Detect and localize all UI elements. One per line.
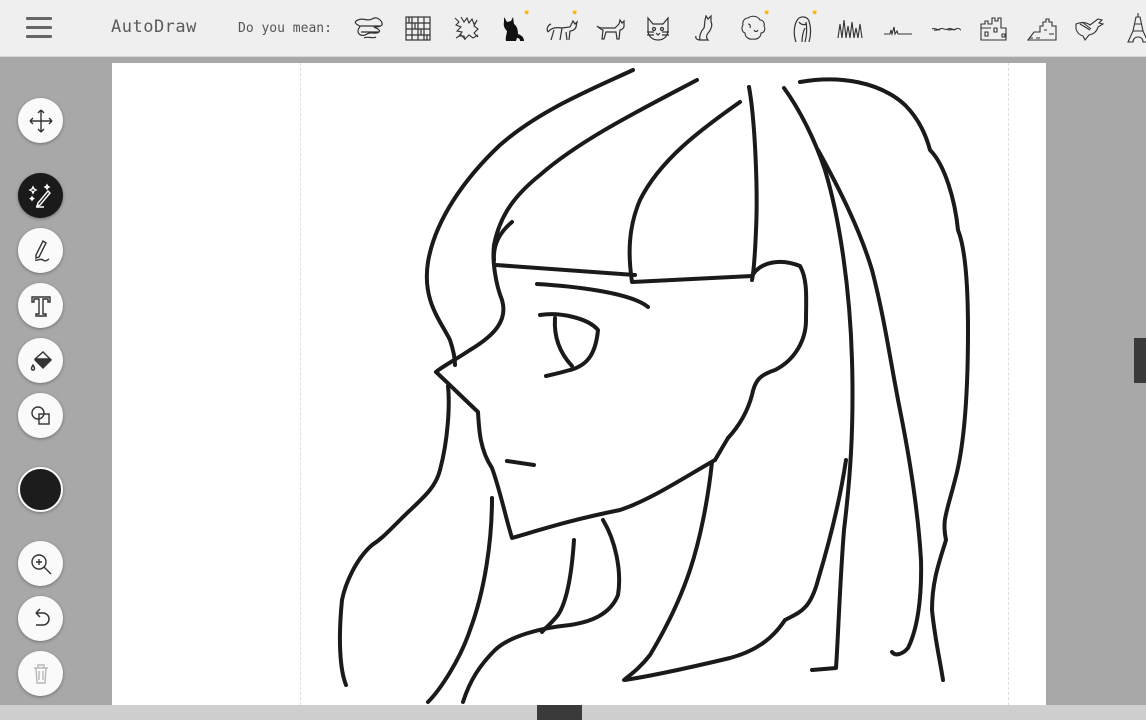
suggestion-pattern-scribble-2[interactable] — [446, 8, 486, 48]
move-tool-button[interactable] — [18, 98, 63, 143]
suggestion-black-cat[interactable]: ★ — [494, 8, 534, 48]
drawing-canvas[interactable] — [112, 63, 1046, 705]
suggestion-cat-walking[interactable]: ★ — [542, 8, 582, 48]
favorite-star-icon: ★ — [811, 8, 818, 18]
top-bar: AutoDraw Do you mean: ★ ★ ★ ★ — [0, 0, 1146, 57]
horizontal-scrollbar[interactable] — [0, 705, 1146, 720]
pen-icon — [34, 239, 49, 262]
suggestion-hair-profile[interactable]: ★ — [782, 8, 822, 48]
undo-tool-button[interactable] — [18, 596, 63, 641]
trash-icon — [33, 663, 48, 684]
suggestions-label: Do you mean: — [238, 21, 332, 36]
type-tool-button[interactable] — [18, 283, 63, 328]
magic-pencil-icon — [27, 183, 51, 208]
app-brand: AutoDraw — [111, 17, 197, 37]
suggestion-cat-face[interactable] — [638, 8, 678, 48]
suggestion-great-wall[interactable] — [1022, 8, 1062, 48]
shapes-icon — [30, 405, 50, 425]
paint-bucket-icon — [30, 350, 52, 371]
horizontal-scroll-thumb[interactable] — [537, 705, 582, 720]
suggestion-eiffel-tower[interactable] — [1118, 8, 1146, 48]
undo-icon — [34, 607, 50, 626]
draw-tool-button[interactable] — [18, 228, 63, 273]
favorite-star-icon: ★ — [523, 8, 530, 18]
hamburger-menu-icon[interactable] — [26, 17, 52, 39]
suggestion-poodle[interactable]: ★ — [734, 8, 774, 48]
suggestion-strip: ★ ★ ★ ★ — [350, 8, 1146, 50]
zoom-tool-button[interactable] — [18, 541, 63, 586]
suggestion-flat-scribble[interactable] — [926, 8, 966, 48]
autodraw-tool-button[interactable] — [18, 173, 63, 218]
move-arrows-icon — [29, 109, 52, 132]
suggestion-bird[interactable] — [1070, 8, 1110, 48]
fill-tool-button[interactable] — [18, 338, 63, 383]
suggestion-pattern-scribble-1[interactable] — [350, 8, 390, 48]
suggestion-pattern-grid[interactable] — [398, 8, 438, 48]
favorite-star-icon: ★ — [571, 8, 578, 18]
suggestion-castle[interactable] — [974, 8, 1014, 48]
user-sketch — [337, 68, 970, 704]
zoom-in-icon — [30, 553, 51, 574]
color-picker-button[interactable] — [18, 467, 63, 512]
vertical-scroll-thumb[interactable] — [1134, 338, 1146, 383]
text-T-icon — [30, 295, 51, 317]
suggestion-cat-standing[interactable] — [590, 8, 630, 48]
delete-tool-button[interactable] — [18, 651, 63, 696]
shape-tool-button[interactable] — [18, 393, 63, 438]
suggestion-cat-sitting[interactable] — [686, 8, 726, 48]
favorite-star-icon: ★ — [763, 8, 770, 18]
suggestion-grass[interactable] — [830, 8, 870, 48]
suggestion-grass-line[interactable] — [878, 8, 918, 48]
